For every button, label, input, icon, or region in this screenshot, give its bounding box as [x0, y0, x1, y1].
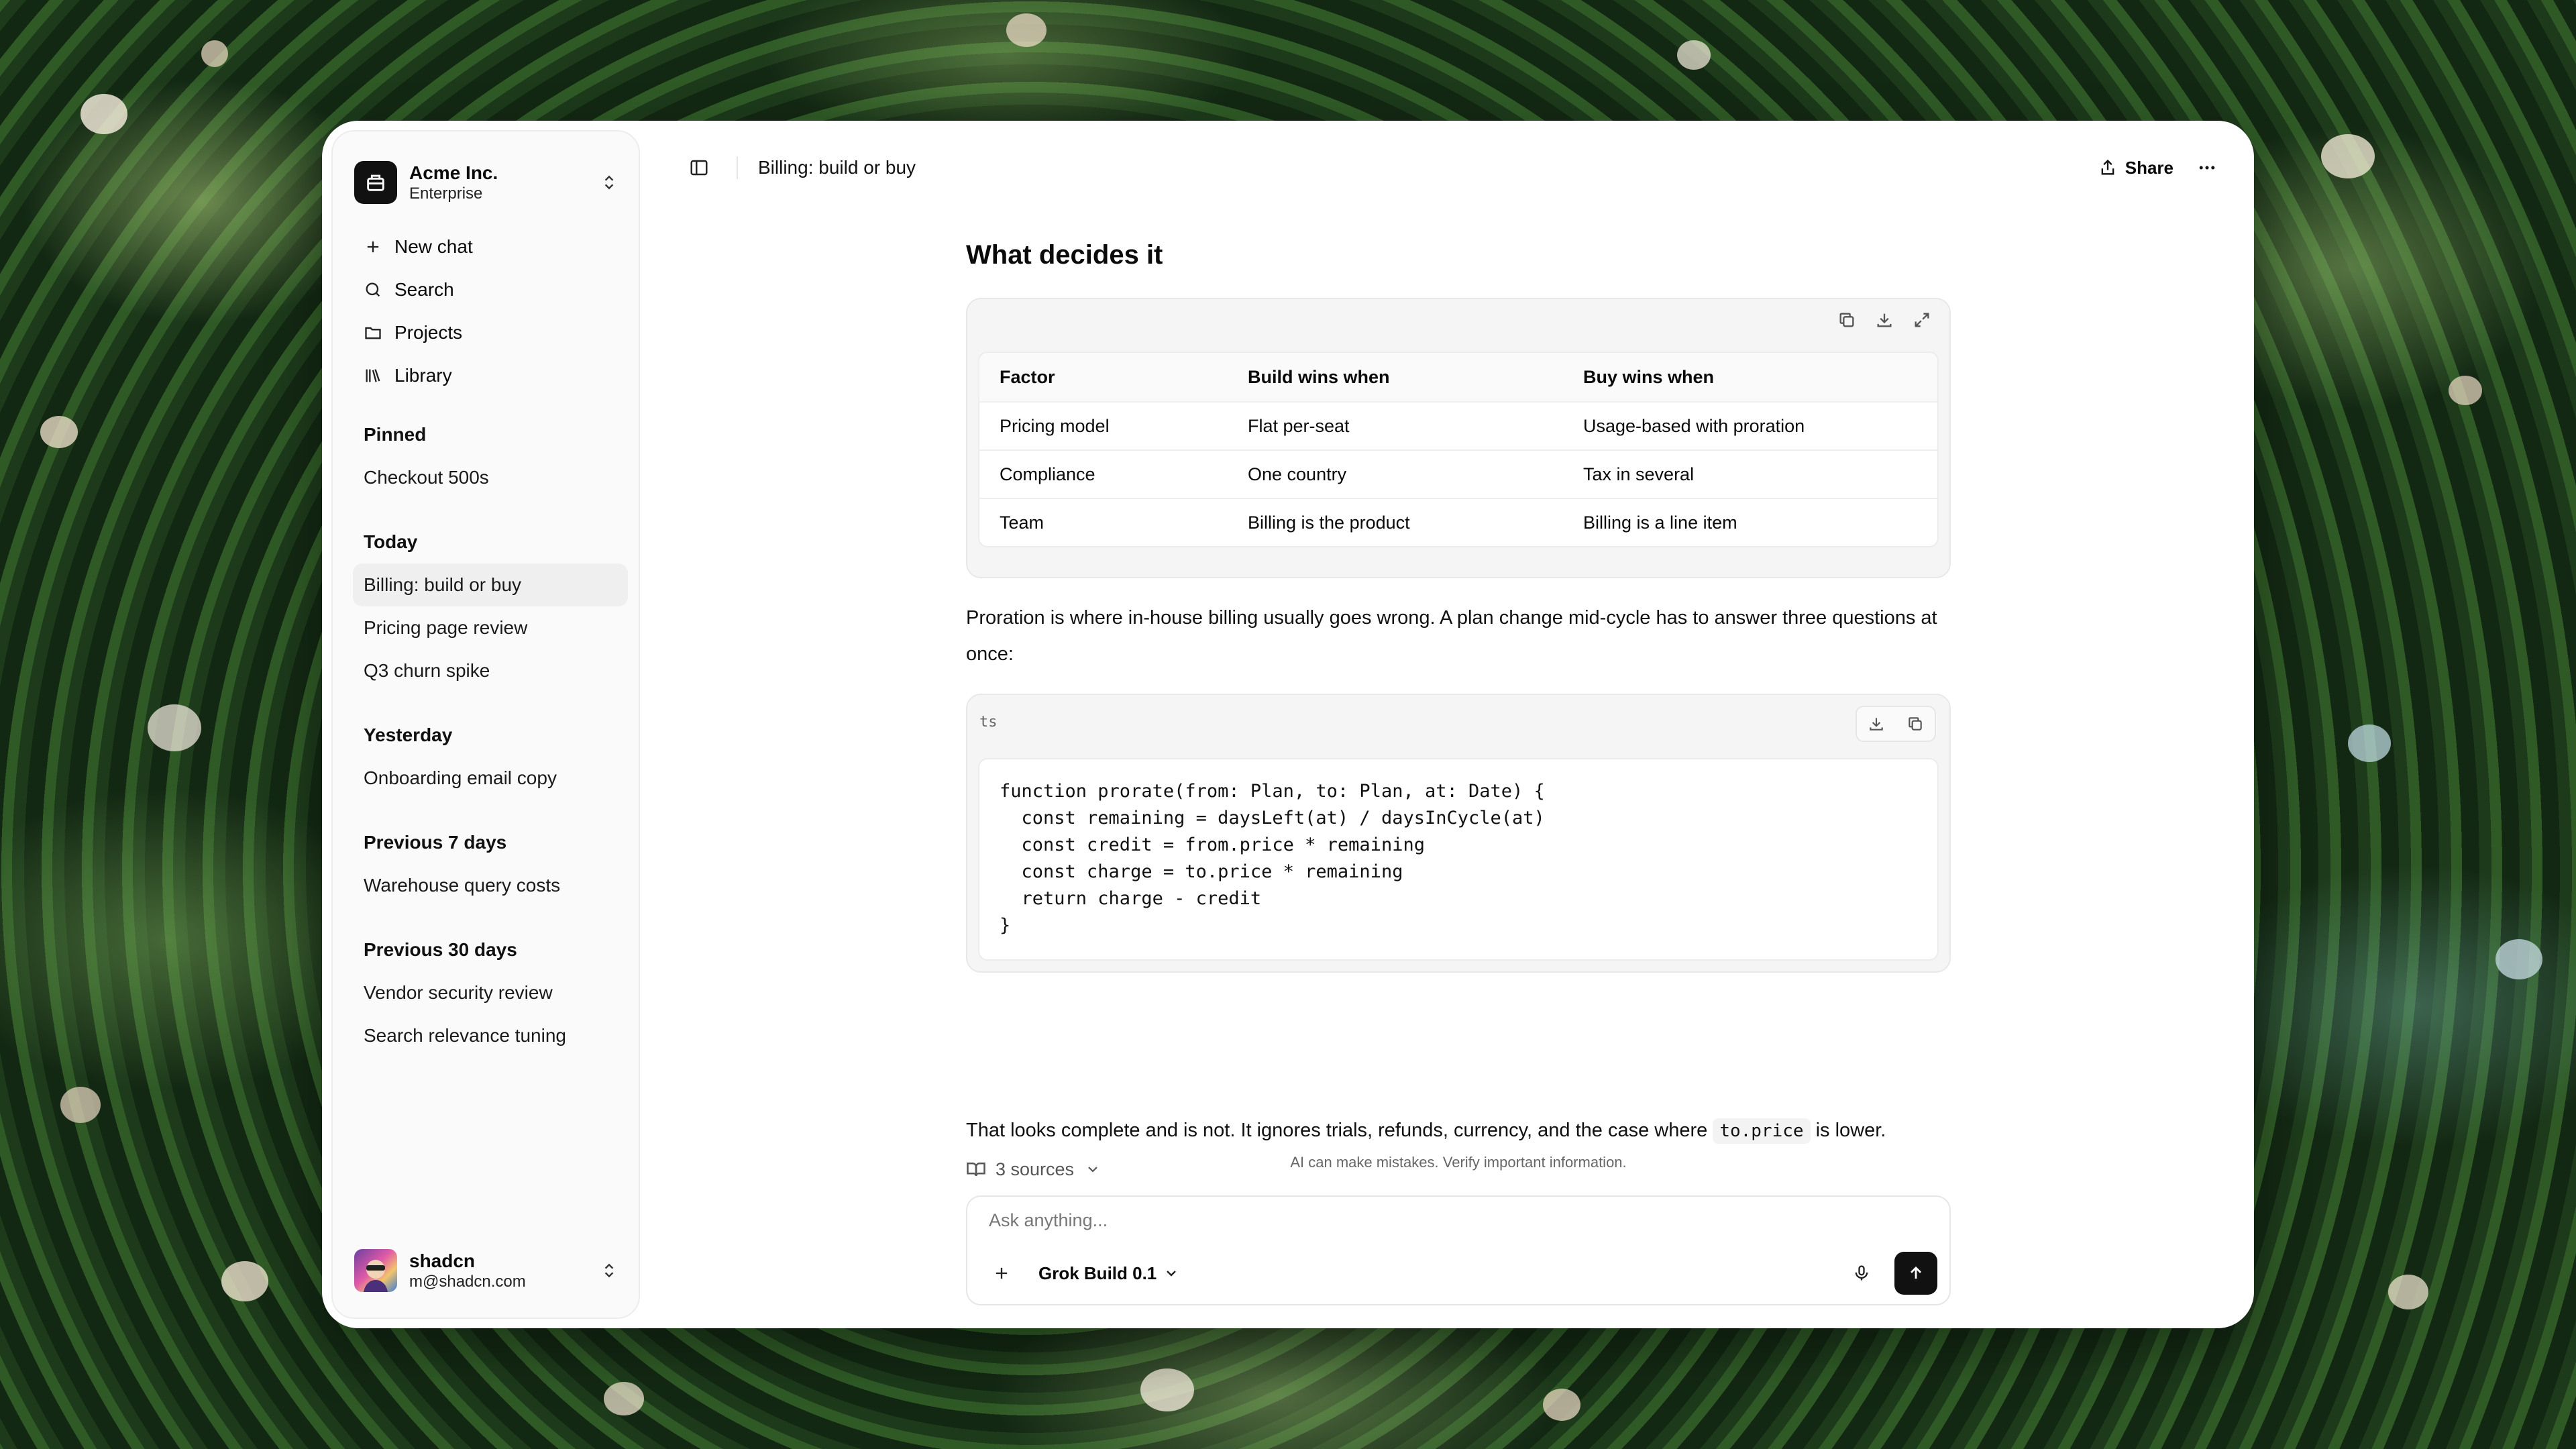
send-button[interactable] [1894, 1252, 1937, 1295]
code-line: function prorate(from: Plan, to: Plan, a… [1000, 781, 1545, 802]
message-paragraph: That looks complete and is not. It ignor… [966, 1112, 1959, 1149]
history-item[interactable]: Search relevance tuning [353, 1014, 628, 1057]
history-group-prev7: Previous 7 days Warehouse query costs [353, 821, 628, 907]
attach-plus-icon[interactable] [985, 1256, 1018, 1290]
nav-library[interactable]: Library [353, 354, 628, 397]
nav-search[interactable]: Search [353, 268, 628, 311]
group-title: Previous 7 days [364, 832, 507, 853]
table-cell: Billing is the product [1248, 512, 1410, 533]
more-options-icon[interactable] [2187, 141, 2227, 195]
folder-icon [365, 327, 381, 339]
code-content: function prorate(from: Plan, to: Plan, a… [978, 758, 1939, 961]
nav-label: Search [394, 279, 454, 300]
history-item[interactable]: Warehouse query costs [353, 864, 628, 907]
user-email: m@shadcn.com [409, 1273, 526, 1291]
code-line: const credit = from.price * remaining [1000, 835, 1425, 855]
history-item-active[interactable]: Billing: build or buy [353, 564, 628, 606]
history-item[interactable]: Pricing page review [353, 606, 628, 649]
code-line: const remaining = daysLeft(at) / daysInC… [1000, 808, 1545, 828]
group-title: Yesterday [364, 724, 453, 745]
history-group-prev30: Previous 30 days Vendor security review … [353, 928, 628, 1057]
table-row: Compliance One country Tax in several [979, 451, 1937, 499]
table-cell: Tax in several [1563, 451, 1937, 499]
sidebar: Acme Inc. Enterprise New chat Search Pro… [331, 130, 640, 1319]
top-bar: Billing: build or buy Share [684, 141, 2227, 195]
table-cell: One country [1228, 451, 1563, 499]
copy-icon[interactable] [1835, 309, 1858, 331]
table-row: Pricing model Flat per-seat Usage-based … [979, 402, 1937, 451]
table-cell: Compliance [979, 451, 1228, 499]
comparison-table: Factor Build wins when Buy wins when Pri… [978, 352, 1939, 547]
table-row: Team Billing is the product Billing is a… [979, 499, 1937, 546]
nav-label: Library [394, 365, 452, 386]
history-group-today: Today Billing: build or buy Pricing page… [353, 521, 628, 692]
composer: Ask anything... Grok Build 0.1 [966, 1195, 1951, 1305]
paragraph-text: is lower. [1815, 1120, 1886, 1141]
search-icon [366, 282, 380, 297]
nav-new-chat[interactable]: New chat [353, 225, 628, 268]
org-logo-icon [354, 161, 397, 204]
chevrons-up-down-icon [596, 169, 623, 196]
nav-label: New chat [394, 236, 473, 257]
library-icon [366, 369, 380, 382]
app-window: Acme Inc. Enterprise New chat Search Pro… [322, 121, 2254, 1328]
code-line: return charge - credit [1000, 888, 1262, 909]
paragraph-text: That looks complete and is not. It ignor… [966, 1120, 1708, 1141]
org-switcher[interactable]: Acme Inc. Enterprise [354, 156, 623, 209]
table-header: Buy wins when [1563, 353, 1937, 402]
table-cell: Pricing model [979, 402, 1228, 451]
history-item[interactable]: Checkout 500s [353, 456, 628, 499]
avatar [354, 1249, 397, 1292]
message-paragraph: Proration is where in-house billing usua… [966, 607, 1937, 665]
table-header: Factor [979, 353, 1228, 402]
code-line: } [1000, 915, 1011, 936]
prompt-input[interactable]: Ask anything... [989, 1210, 1108, 1231]
table-cell: Team [1000, 512, 1044, 533]
arrow-up-icon [1911, 1266, 1921, 1279]
table-card: Factor Build wins when Buy wins when Pri… [966, 298, 1951, 578]
plus-icon [367, 241, 379, 253]
history-item[interactable]: Onboarding email copy [353, 757, 628, 800]
nav-label: Projects [394, 322, 463, 343]
sidebar-nav: New chat Search Projects Library [353, 225, 628, 397]
table-header: Build wins when [1228, 353, 1563, 402]
copy-icon[interactable] [1896, 707, 1935, 741]
chevron-down-icon [1167, 1271, 1177, 1277]
table-cell: Flat per-seat [1228, 402, 1563, 451]
code-line: const charge = to.price * remaining [1000, 861, 1403, 882]
microphone-icon[interactable] [1845, 1256, 1878, 1290]
history-item[interactable]: Vendor security review [353, 971, 628, 1014]
group-title: Previous 30 days [364, 939, 517, 960]
chat-title: Billing: build or buy [758, 157, 916, 178]
inline-code: to.price [1713, 1118, 1811, 1144]
code-language: ts [979, 714, 998, 731]
code-block: ts function prorate(from: Plan, to: Plan… [966, 694, 1951, 973]
history-group-pinned: Pinned Checkout 500s [353, 413, 628, 499]
download-icon[interactable] [1873, 309, 1896, 331]
chevrons-up-down-icon [596, 1257, 623, 1284]
share-label: Share [2125, 157, 2174, 178]
org-name: Acme Inc. [409, 162, 498, 183]
group-title: Today [364, 531, 418, 552]
expand-icon[interactable] [1911, 309, 1933, 331]
group-title: Pinned [364, 424, 427, 445]
download-icon[interactable] [1857, 707, 1896, 741]
divider [737, 156, 738, 179]
history-group-yesterday: Yesterday Onboarding email copy [353, 714, 628, 800]
table-cell: Usage-based with proration [1563, 402, 1937, 451]
history-item[interactable]: Q3 churn spike [353, 649, 628, 692]
disclaimer: AI can make mistakes. Verify important i… [1290, 1154, 1627, 1171]
sidebar-toggle-icon[interactable] [684, 153, 714, 182]
model-selector[interactable]: Grok Build 0.1 [1038, 1263, 1179, 1284]
nav-projects[interactable]: Projects [353, 311, 628, 354]
user-name: shadcn [409, 1250, 476, 1271]
user-menu[interactable]: shadcn m@shadcn.com [354, 1244, 623, 1297]
table-cell: Billing is a line item [1583, 512, 1737, 533]
share-button[interactable]: Share [2098, 141, 2174, 195]
org-plan: Enterprise [409, 184, 483, 203]
model-label: Grok Build 0.1 [1038, 1263, 1157, 1283]
share-icon [2101, 159, 2114, 175]
message-heading: What decides it [966, 240, 1163, 270]
